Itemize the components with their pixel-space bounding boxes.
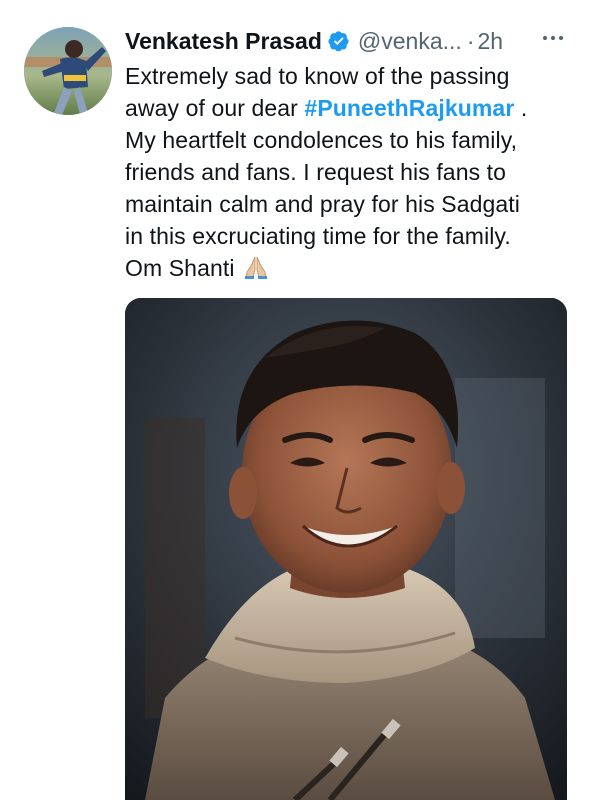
tweet-text-segment: away of our dear bbox=[125, 95, 305, 121]
tweet-text-line: maintain calm and pray for his Sadgati bbox=[125, 191, 521, 217]
tweet-text: Extremely sad to know of the passing awa… bbox=[125, 60, 575, 284]
folded-hands-emoji-icon bbox=[243, 254, 269, 280]
tweet-text-line: Extremely sad to know of the passing bbox=[125, 63, 510, 89]
tweet-text-line: friends and fans. I request his fans to bbox=[125, 159, 507, 185]
tweet-timestamp[interactable]: 2h bbox=[477, 28, 503, 55]
tweet-text-line: away of our dear #PuneethRajkumar . bbox=[125, 92, 575, 124]
tweet-text-segment: . bbox=[514, 95, 528, 121]
tweet-text-line: My heartfelt condolences to his family, bbox=[125, 127, 518, 153]
author-name[interactable]: Venkatesh Prasad bbox=[125, 28, 322, 55]
tweet-text-line: Om Shanti bbox=[125, 252, 575, 284]
tweet-text-segment: Om Shanti bbox=[125, 255, 235, 281]
tweet-header: Venkatesh Prasad @venka... · 2h bbox=[125, 26, 575, 56]
separator-dot: · bbox=[466, 27, 475, 54]
verified-badge-icon bbox=[328, 30, 350, 52]
author-handle[interactable]: @venka... bbox=[358, 28, 462, 55]
hashtag-link[interactable]: #PuneethRajkumar bbox=[304, 95, 514, 121]
tweet[interactable]: Venkatesh Prasad @venka... · 2h Extremel… bbox=[0, 0, 592, 800]
tweet-photo[interactable] bbox=[125, 298, 567, 800]
more-options-icon[interactable] bbox=[540, 28, 566, 48]
tweet-text-line: in this excruciating time for the family… bbox=[125, 223, 511, 249]
avatar[interactable] bbox=[24, 27, 112, 115]
